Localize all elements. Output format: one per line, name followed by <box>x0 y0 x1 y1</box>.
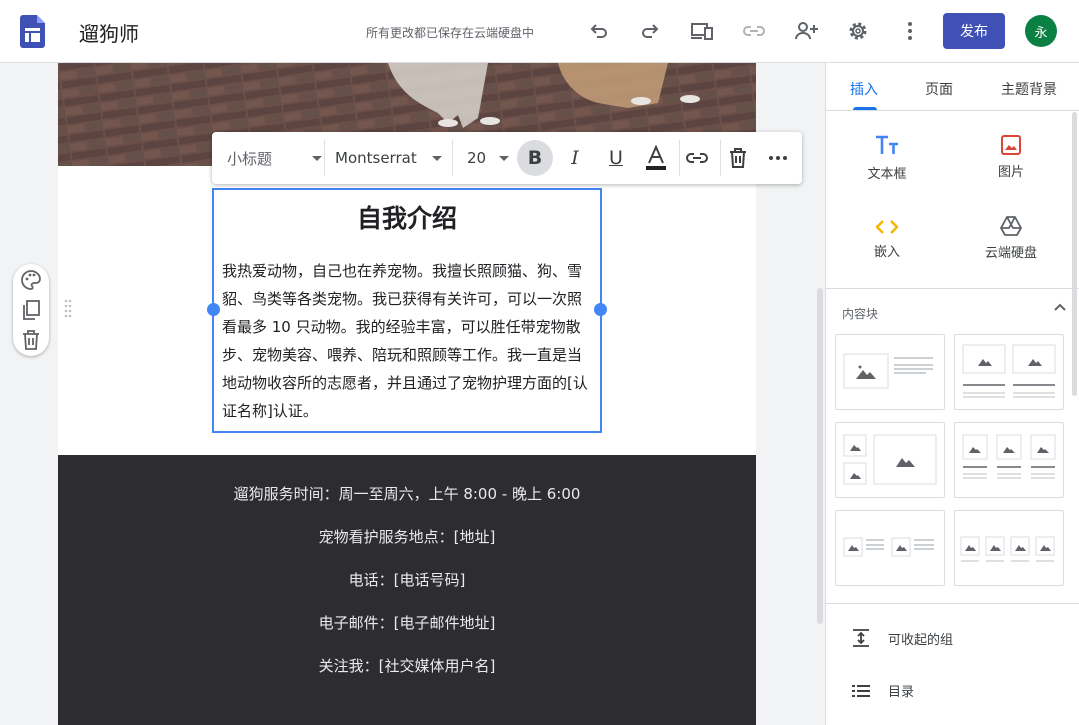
tab-themes[interactable]: 主题背景 <box>1001 79 1057 99</box>
footer-phone[interactable]: 电话：[电话号码] <box>58 569 756 590</box>
drag-handle-icon[interactable] <box>64 299 72 319</box>
text-color-icon[interactable] <box>644 132 668 184</box>
link-icon[interactable] <box>740 17 768 45</box>
font-size-select[interactable]: 20 <box>467 132 509 184</box>
footer-hours[interactable]: 遛狗服务时间：周一至周六，上午 8:00 - 晚上 6:00 <box>58 483 756 504</box>
chevron-up-icon[interactable] <box>1054 303 1066 311</box>
resize-handle-left[interactable] <box>207 303 220 316</box>
divider <box>324 140 325 176</box>
panel-scrollbar[interactable] <box>1072 112 1077 396</box>
tab-insert[interactable]: 插入 <box>850 79 878 99</box>
text-box-selection[interactable] <box>212 188 602 433</box>
delete-section-icon[interactable] <box>21 330 41 350</box>
font-family-value: Montserrat <box>335 149 417 167</box>
delete-icon[interactable] <box>728 132 748 184</box>
divider <box>826 603 1079 604</box>
divider <box>720 140 721 176</box>
table-of-contents-icon <box>852 684 870 697</box>
canvas-scrollbar[interactable] <box>817 288 823 624</box>
resize-handle-right[interactable] <box>594 303 607 316</box>
insert-label: 图片 <box>997 165 1024 180</box>
list-item-label: 目录 <box>888 685 915 700</box>
section-tools <box>13 264 49 356</box>
insert-label: 嵌入 <box>873 245 900 260</box>
image-icon <box>1001 135 1021 155</box>
format-toolbar: 小标题 Montserrat 20 B I U <box>212 132 802 184</box>
tab-pages[interactable]: 页面 <box>925 79 953 99</box>
paragraph-style-value: 小标题 <box>227 149 273 168</box>
insert-image[interactable]: 图片 <box>956 135 1066 180</box>
link-icon[interactable] <box>685 132 709 184</box>
side-panel: 插入 页面 主题背景 文本框 图片 嵌入 云端硬盘 内容块 可收起的组 目录 <box>825 63 1079 725</box>
insert-drive[interactable]: 云端硬盘 <box>956 216 1066 261</box>
bold-button[interactable]: B <box>517 132 553 184</box>
sites-logo-icon[interactable] <box>20 15 45 48</box>
preview-icon[interactable] <box>688 17 716 45</box>
collapsible-group-icon <box>853 629 869 647</box>
underline-icon[interactable]: U <box>606 132 626 184</box>
paragraph-style-select[interactable]: 小标题 <box>227 132 322 184</box>
insert-table-of-contents[interactable]: 目录 <box>852 681 914 700</box>
share-icon[interactable] <box>792 17 820 45</box>
insert-embed[interactable]: 嵌入 <box>832 219 942 260</box>
insert-label: 云端硬盘 <box>984 246 1037 261</box>
content-blocks-title: 内容块 <box>842 307 879 321</box>
chevron-down-icon <box>432 155 442 161</box>
bold-icon: B <box>517 140 553 176</box>
layout-block-gallery[interactable] <box>835 422 945 498</box>
site-title[interactable]: 遛狗师 <box>79 18 139 47</box>
list-item-label: 可收起的组 <box>888 632 954 648</box>
footer-section[interactable]: 遛狗服务时间：周一至周六，上午 8:00 - 晚上 6:00 宠物看护服务地点：… <box>58 455 756 725</box>
publish-button[interactable]: 发布 <box>943 13 1005 49</box>
avatar[interactable]: 永 <box>1025 15 1057 47</box>
divider <box>826 288 1079 289</box>
insert-text-box[interactable]: 文本框 <box>832 135 942 182</box>
insert-collapsible-group[interactable]: 可收起的组 <box>852 628 953 648</box>
divider <box>452 140 453 176</box>
insert-label: 文本框 <box>867 167 907 182</box>
palette-icon[interactable] <box>21 270 41 290</box>
settings-icon[interactable] <box>844 17 872 45</box>
embed-icon <box>876 220 898 234</box>
more-icon[interactable] <box>768 132 788 184</box>
italic-icon[interactable]: I <box>565 132 585 184</box>
top-bar: 遛狗师 所有更改都已保存在云端硬盘中 发布 永 <box>0 0 1079 63</box>
duplicate-icon[interactable] <box>21 300 41 320</box>
layout-block-image-text[interactable] <box>835 334 945 410</box>
save-status: 所有更改都已保存在云端硬盘中 <box>366 26 535 40</box>
font-family-select[interactable]: Montserrat <box>335 132 442 184</box>
layout-block-three-columns[interactable] <box>954 422 1064 498</box>
redo-icon[interactable] <box>636 17 664 45</box>
footer-address[interactable]: 宠物看护服务地点：[地址] <box>58 526 756 547</box>
layout-block-two-image-text[interactable] <box>835 510 945 586</box>
divider <box>826 110 1079 111</box>
footer-social[interactable]: 关注我：[社交媒体用户名] <box>58 655 756 676</box>
footer-email[interactable]: 电子邮件：[电子邮件地址] <box>58 612 756 633</box>
more-icon[interactable] <box>896 17 924 45</box>
chevron-down-icon <box>312 155 322 161</box>
divider <box>679 140 680 176</box>
chevron-down-icon <box>499 155 509 161</box>
layout-block-four-images[interactable] <box>954 510 1064 586</box>
font-size-value: 20 <box>467 149 487 167</box>
layout-block-two-images[interactable] <box>954 334 1064 410</box>
text-box-icon <box>876 135 898 154</box>
drive-icon <box>1000 216 1022 236</box>
undo-icon[interactable] <box>585 17 613 45</box>
